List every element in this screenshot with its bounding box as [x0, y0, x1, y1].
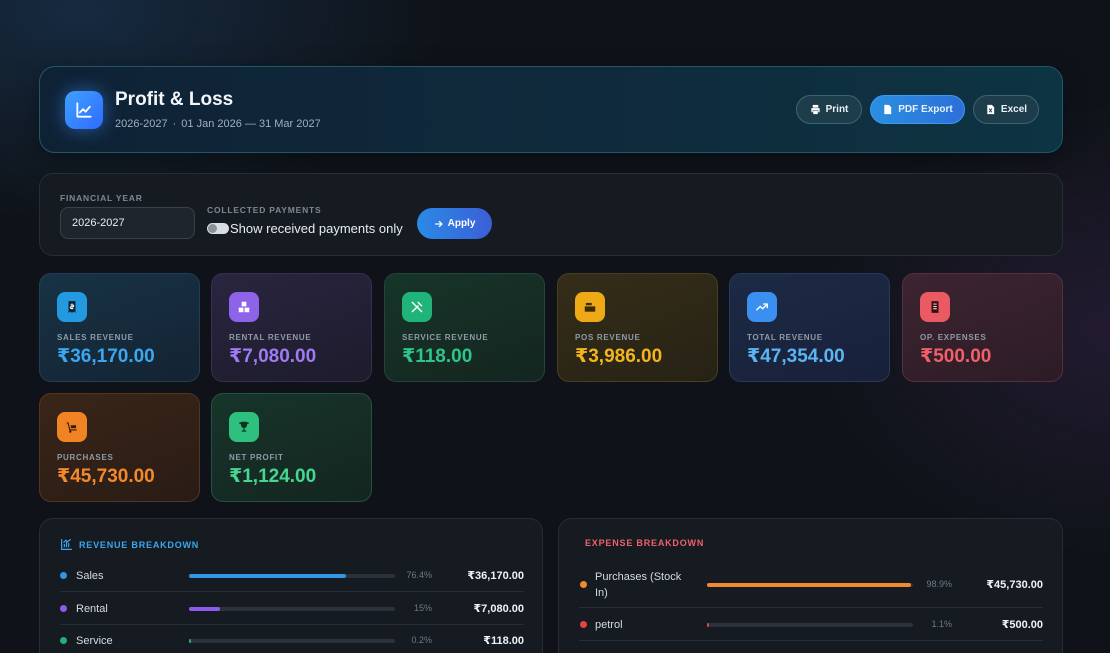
row-name: Purchases (Stock In): [595, 570, 682, 599]
row-name: Sales: [76, 570, 104, 582]
pdf-export-button[interactable]: PDF Export: [870, 95, 965, 124]
share-bar: [189, 607, 395, 611]
page-title: Profit & Loss: [115, 89, 234, 110]
receipt-icon: [57, 292, 87, 322]
row-amount: ₹36,170.00: [467, 570, 524, 582]
row-amount: ₹500.00: [1001, 619, 1043, 631]
collected-payments-label: COLLECTED PAYMENTS: [207, 205, 322, 215]
breakdown-row: Purchases (Stock In) 98.9% ₹45,730.00: [579, 561, 1043, 608]
excel-label: Excel: [1000, 104, 1028, 115]
card-label: NET PROFIT: [229, 453, 284, 462]
legend-dot: [580, 580, 587, 588]
trend-up-icon: [747, 292, 777, 322]
period-range: 01 Jan 2026 — 31 Mar 2027: [181, 118, 321, 130]
card-value: ₹36,170.00: [57, 346, 155, 367]
legend-dot: [580, 621, 587, 628]
print-button[interactable]: Print: [796, 95, 862, 124]
share-bar-fill: [189, 574, 347, 578]
share-bar: [189, 574, 395, 578]
expense-breakdown-title-text: EXPENSE BREAKDOWN: [585, 538, 705, 548]
card-value: ₹118.00: [402, 346, 473, 367]
file-excel-icon: [987, 104, 995, 115]
row-amount: ₹7,080.00: [473, 603, 524, 615]
row-name: Service: [76, 635, 113, 647]
received-payments-toggle-label: Show received payments only: [230, 221, 403, 236]
arrow-right-icon: [434, 220, 443, 227]
excel-button[interactable]: Excel: [973, 95, 1039, 124]
card-purchases: PURCHASES ₹45,730.00: [39, 393, 200, 502]
pdf-export-label: PDF Export: [898, 104, 953, 115]
row-amount: ₹45,730.00: [986, 578, 1043, 591]
legend-dot: [60, 572, 67, 579]
card-rental-revenue: RENTAL REVENUE ₹7,080.00: [211, 273, 372, 382]
printer-icon: [810, 104, 820, 115]
tools-icon: [402, 292, 432, 322]
period-year: 2026-2027: [115, 118, 168, 130]
trophy-icon: [229, 412, 259, 442]
chart-line-icon: [65, 91, 103, 129]
card-op-expenses: OP. EXPENSES ₹500.00: [902, 273, 1063, 382]
card-total-revenue: TOTAL REVENUE ₹47,354.00: [729, 273, 890, 382]
card-label: OP. EXPENSES: [920, 333, 987, 342]
card-value: ₹3,986.00: [575, 346, 663, 367]
chart-bars-icon: [61, 539, 72, 550]
card-value: ₹47,354.00: [747, 346, 845, 367]
row-name: Rental: [76, 603, 108, 615]
card-label: RENTAL REVENUE: [229, 333, 312, 342]
card-label: SERVICE REVENUE: [402, 333, 489, 342]
apply-label: Apply: [447, 218, 476, 229]
card-value: ₹500.00: [920, 346, 992, 367]
row-name: petrol: [595, 619, 623, 631]
card-value: ₹45,730.00: [57, 466, 155, 487]
card-value: ₹7,080.00: [229, 346, 317, 367]
share-bar-fill: [707, 623, 710, 627]
share-bar-fill: [189, 639, 191, 643]
share-bar-fill: [707, 582, 911, 587]
card-label: SALES REVENUE: [57, 333, 134, 342]
share-bar-fill: [189, 607, 220, 611]
revenue-breakdown-title-text: REVENUE BREAKDOWN: [79, 539, 200, 550]
card-service-revenue: SERVICE REVENUE ₹118.00: [384, 273, 545, 382]
document-icon: [920, 292, 950, 322]
share-bar: [189, 639, 395, 643]
card-label: TOTAL REVENUE: [747, 333, 823, 342]
received-payments-toggle[interactable]: [207, 223, 229, 234]
expense-breakdown-panel: EXPENSE BREAKDOWN Purchases (Stock In) 98…: [558, 518, 1063, 653]
card-label: PURCHASES: [57, 453, 114, 462]
breakdown-row: petrol 1.1% ₹500.00: [579, 609, 1043, 641]
apply-button[interactable]: Apply: [417, 208, 492, 239]
breakdown-row: Sales 76.4% ₹36,170.00: [60, 560, 524, 592]
card-value: ₹1,124.00: [229, 466, 317, 487]
page-header: Profit & Loss 2026-2027 · 01 Jan 2026 — 31…: [39, 66, 1063, 153]
card-sales-revenue: SALES REVENUE ₹36,170.00: [39, 273, 200, 382]
cash-register-icon: [575, 292, 605, 322]
legend-dot: [60, 637, 67, 644]
expense-breakdown-title: EXPENSE BREAKDOWN: [585, 538, 704, 548]
row-amount: ₹118.00: [483, 635, 524, 647]
legend-dot: [60, 605, 67, 612]
filter-bar: FINANCIAL YEAR 2026-2027 COLLECTED PAYME…: [39, 173, 1063, 256]
card-pos-revenue: POS REVENUE ₹3,986.00: [557, 273, 718, 382]
revenue-breakdown-panel: REVENUE BREAKDOWN Sales 76.4% ₹36,170.00 Re…: [39, 518, 543, 653]
financial-year-select[interactable]: 2026-2027: [60, 207, 195, 239]
file-pdf-icon: [884, 104, 892, 115]
breakdown-row: Rental 15% ₹7,080.00: [60, 593, 524, 625]
card-label: POS REVENUE: [575, 333, 641, 342]
share-bar: [707, 623, 913, 627]
revenue-breakdown-title: REVENUE BREAKDOWN: [60, 538, 199, 551]
share-bar: [707, 582, 913, 587]
period-separator: ·: [172, 118, 177, 130]
boxes-icon: [229, 292, 259, 322]
financial-year-label: FINANCIAL YEAR: [60, 193, 143, 203]
card-net-profit: NET PROFIT ₹1,124.00: [211, 393, 372, 502]
breakdown-row: Service 0.2% ₹118.00: [60, 625, 524, 653]
print-label: Print: [825, 104, 849, 115]
dolly-icon: [57, 412, 87, 442]
period-subtitle: 2026-2027 · 01 Jan 2026 — 31 Mar 2027: [115, 118, 321, 130]
